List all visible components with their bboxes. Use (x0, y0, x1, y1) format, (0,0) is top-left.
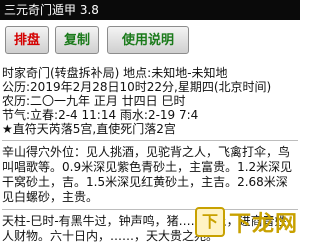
gregorian-date: 公历:2019年2月28日10时22分,星期四(北京时间) (2, 80, 272, 94)
solar-terms: 节气:立春:2-4 11:14 雨水:2-19 7:4 (2, 108, 199, 122)
section-1-text: 辛山得穴外位：见人挑酒，见驼背之人，飞禽打伞，鸟叫唱歌等。0.9米深见紫色青砂土… (2, 145, 293, 204)
watermark: 下 下龙网 (158, 207, 298, 237)
app-titlebar: 三元奇门遁甲 3.8 (0, 0, 300, 20)
watermark-logo-icon: 下 (194, 207, 225, 237)
duty-star-gate: ★直符天芮落5宫,直使死门落2宫 (2, 122, 176, 136)
app-title: 三元奇门遁甲 3.8 (4, 3, 99, 17)
toolbar: 排盘 复制 使用说明 (0, 20, 300, 64)
watermark-text: 下龙网 (228, 212, 298, 237)
lunar-date: 农历:二〇一九年 正月 廿四日 巳时 (2, 94, 186, 108)
layout-chart-button[interactable]: 排盘 (5, 26, 49, 54)
chart-method-location: 时家奇门(转盘拆补局) 地点:未知地-未知地 (2, 66, 228, 80)
instructions-button[interactable]: 使用说明 (107, 26, 189, 54)
divider (2, 140, 298, 141)
copy-button[interactable]: 复制 (55, 26, 99, 54)
